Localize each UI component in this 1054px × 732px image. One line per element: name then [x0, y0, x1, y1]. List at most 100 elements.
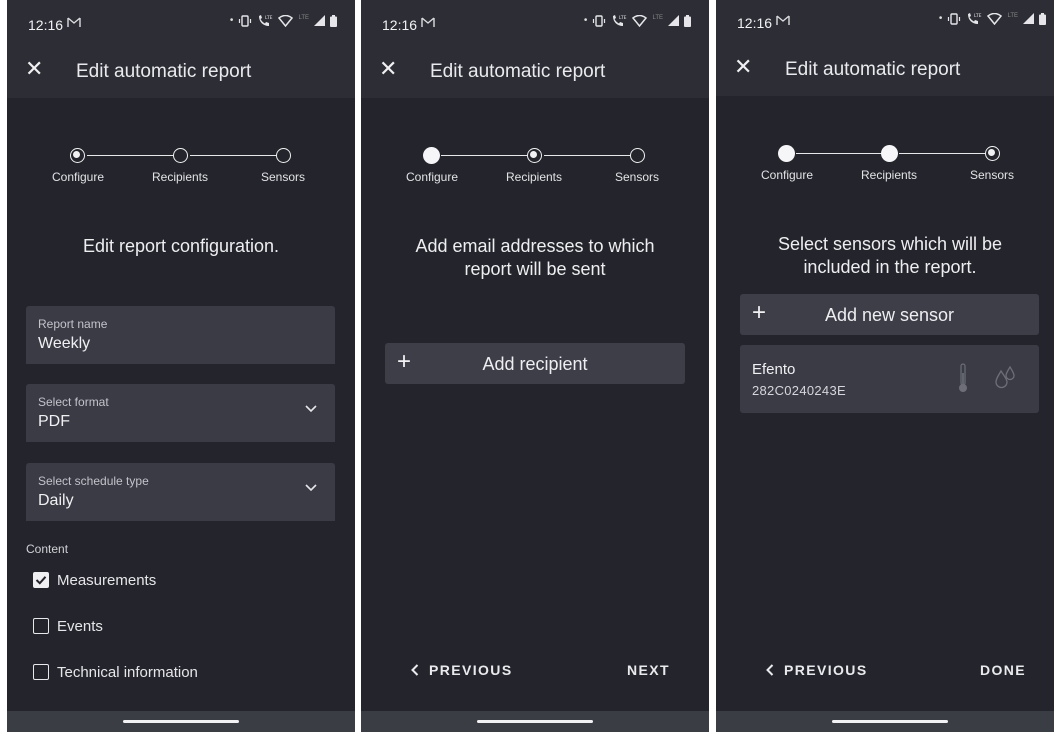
step-connector: [441, 155, 527, 157]
previous-button[interactable]: PREVIOUS: [411, 662, 513, 678]
battery-icon: [684, 14, 691, 27]
step-sensors-dot: [630, 148, 645, 163]
chevron-left-icon: [766, 664, 774, 676]
system-nav-bar: [716, 711, 1054, 732]
checkbox-checked[interactable]: [33, 572, 49, 588]
system-nav-bar: [361, 711, 709, 732]
checkbox-label: Measurements: [57, 571, 157, 589]
status-bar: 12:16 • LTE LTE: [7, 0, 355, 46]
done-label: DONE: [980, 662, 1027, 678]
status-time: 12:16: [382, 17, 418, 33]
signal-icon: [314, 15, 325, 26]
wifi-icon: [987, 12, 1003, 25]
step-connector: [796, 153, 882, 155]
field-label: Select schedule type: [38, 474, 149, 488]
signal-icon: [668, 15, 679, 26]
previous-label: PREVIOUS: [429, 662, 513, 678]
app-bar: ✕ Edit automatic report: [7, 46, 355, 98]
report-name-field[interactable]: Report name Weekly: [26, 306, 335, 364]
schedule-type-select[interactable]: Select schedule type Daily: [26, 463, 335, 521]
stepper: Configure Recipients Sensors: [716, 145, 1054, 186]
vibrate-icon: [239, 14, 252, 27]
step-sensors-dot: [276, 148, 291, 163]
previous-label: PREVIOUS: [784, 662, 868, 678]
notification-dot: •: [229, 15, 234, 26]
step-sensors-dot: [985, 146, 1000, 161]
home-gesture-bar[interactable]: [123, 720, 239, 723]
step-configure-dot: [778, 145, 795, 162]
field-label: Report name: [38, 317, 108, 331]
step-connector: [899, 153, 985, 155]
status-icons: • LTE LTE: [939, 12, 1046, 25]
step-label-configure: Configure: [760, 168, 814, 182]
heading-line: Add email addresses to which: [415, 236, 655, 256]
sensor-name: Efento: [752, 361, 796, 378]
add-new-sensor-button[interactable]: + Add new sensor: [740, 294, 1039, 335]
gmail-icon: [421, 16, 435, 31]
field-value: Weekly: [38, 335, 91, 352]
notification-dot: •: [938, 13, 943, 24]
chevron-down-icon: [305, 405, 317, 413]
home-gesture-bar[interactable]: [832, 720, 948, 723]
svg-text:LTE: LTE: [265, 15, 273, 21]
chevron-left-icon: [411, 664, 419, 676]
step-label-configure: Configure: [51, 170, 105, 184]
system-nav-bar: [7, 711, 355, 732]
stepper: Configure Recipients Sensors: [7, 148, 355, 188]
volte-call-icon: LTE: [613, 15, 627, 26]
close-icon[interactable]: ✕: [379, 58, 399, 80]
step-configure-dot: [423, 147, 440, 164]
button-label: Add new sensor: [824, 305, 955, 325]
wifi-icon: [632, 14, 648, 27]
page-title: Edit automatic report: [76, 61, 252, 82]
humidity-icon: [995, 365, 1015, 389]
format-select[interactable]: Select format PDF: [26, 384, 335, 442]
lte-label: LTE: [1007, 12, 1018, 19]
step-connector: [544, 155, 630, 157]
heading-line: report will be sent: [464, 259, 606, 279]
screen-recipients: 12:16 • LTE LTE ✕ Edit automatic report …: [361, 0, 709, 732]
screen-configure: 12:16 • LTE LTE ✕ Edit automatic report …: [7, 0, 355, 732]
step-label-recipients: Recipients: [860, 168, 918, 182]
checkbox-events[interactable]: Events: [33, 615, 103, 637]
checkbox-unchecked[interactable]: [33, 664, 49, 680]
checkbox-unchecked[interactable]: [33, 618, 49, 634]
signal-icon: [1023, 13, 1034, 24]
content-label: Content: [26, 542, 69, 556]
step-label-sensors: Sensors: [614, 170, 660, 184]
app-bar: ✕ Edit automatic report: [716, 44, 1054, 96]
battery-icon: [330, 14, 337, 27]
checkbox-technical-information[interactable]: Technical information: [33, 661, 198, 683]
add-recipient-button[interactable]: + Add recipient: [385, 343, 685, 384]
field-label: Select format: [38, 395, 109, 409]
step-connector: [87, 155, 173, 157]
checkbox-label: Events: [57, 617, 103, 635]
page-title: Edit automatic report: [785, 59, 961, 80]
done-button[interactable]: DONE: [980, 662, 1026, 678]
close-icon[interactable]: ✕: [25, 58, 45, 80]
checkbox-label: Technical information: [57, 663, 198, 681]
check-icon: [35, 575, 47, 585]
section-heading: Add email addresses to which report will…: [361, 235, 709, 281]
checkbox-measurements[interactable]: Measurements: [33, 569, 156, 591]
screen-sensors: 12:16 • LTE LTE ✕ Edit automatic report …: [716, 0, 1054, 732]
page-title: Edit automatic report: [430, 61, 606, 82]
status-time: 12:16: [737, 15, 773, 31]
field-value: Daily: [38, 492, 74, 509]
field-value: PDF: [38, 413, 70, 430]
vibrate-icon: [593, 14, 606, 27]
previous-button[interactable]: PREVIOUS: [766, 662, 868, 678]
step-recipients-dot: [527, 148, 542, 163]
close-icon[interactable]: ✕: [734, 56, 754, 78]
step-label-sensors: Sensors: [260, 170, 306, 184]
chevron-down-icon: [305, 484, 317, 492]
next-label: NEXT: [627, 662, 670, 678]
home-gesture-bar[interactable]: [477, 720, 593, 723]
sensor-serial: 282C0240243E: [752, 383, 846, 398]
next-button[interactable]: NEXT: [627, 662, 670, 678]
volte-call-icon: LTE: [968, 13, 982, 24]
sensor-list-item[interactable]: Efento 282C0240243E: [740, 345, 1039, 413]
step-recipients-dot: [881, 145, 898, 162]
section-heading: Select sensors which will be included in…: [716, 233, 1054, 279]
gmail-icon: [67, 16, 81, 31]
